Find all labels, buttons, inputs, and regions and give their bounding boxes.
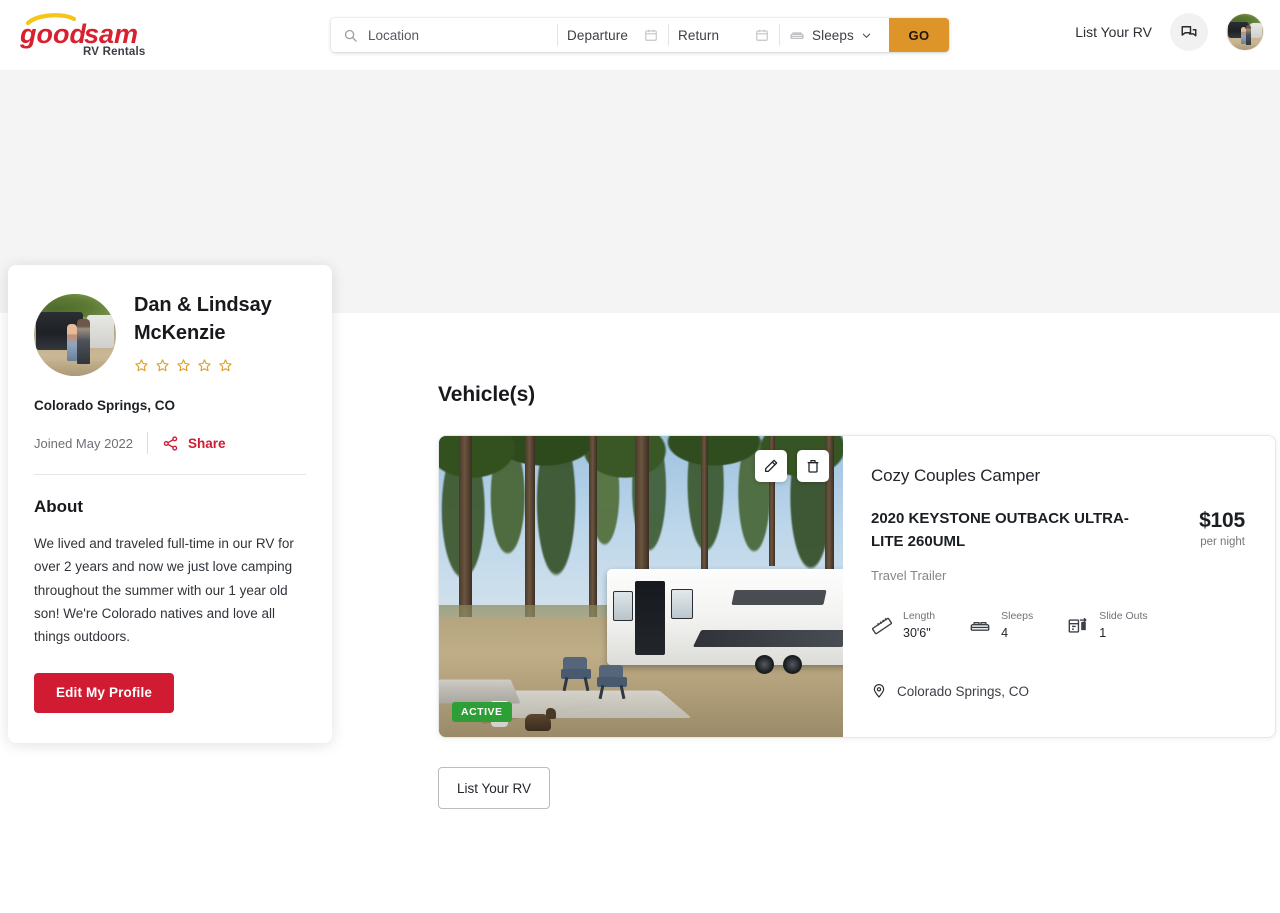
star-icon	[156, 359, 169, 371]
profile-card: Dan & Lindsay McKenzie Colorado Springs,…	[8, 265, 332, 743]
search-sleeps-label: Sleeps	[812, 27, 854, 43]
header-user-avatar[interactable]	[1226, 13, 1264, 51]
vehicle-model: 2020 KEYSTONE OUTBACK ULTRA-LITE 260UML	[871, 510, 1129, 550]
bed-icon	[789, 27, 805, 43]
avatar-photo	[1227, 14, 1263, 50]
spec-length-value: 30'6"	[903, 626, 931, 641]
vehicle-price-block: $105 per night	[1199, 508, 1245, 548]
search-icon	[343, 28, 358, 43]
search-return-label: Return	[678, 27, 720, 43]
search-sleeps-select[interactable]: Sleeps	[779, 18, 889, 52]
list-your-rv-button[interactable]: List Your RV	[438, 767, 550, 809]
avatar-photo	[34, 294, 116, 376]
vehicle-model-price-row: 2020 KEYSTONE OUTBACK ULTRA-LITE 260UML …	[871, 508, 1245, 553]
page-root: good sam RV Rentals Location Departure R…	[0, 0, 1280, 913]
spec-sleeps: Sleeps 4	[969, 609, 1033, 642]
slideout-icon	[1067, 615, 1089, 637]
search-departure-label: Departure	[567, 27, 628, 43]
profile-name: Dan & Lindsay McKenzie	[134, 294, 272, 345]
good-sam-logo[interactable]: good sam RV Rentals	[12, 12, 162, 58]
star-icon	[135, 359, 148, 371]
vehicle-card[interactable]: ACTIVE Cozy Couples Camper 2020 KEYSTONE…	[438, 435, 1276, 738]
vehicle-photo-actions	[755, 450, 829, 482]
share-profile-button[interactable]: Share	[162, 435, 226, 452]
chevron-down-icon	[861, 30, 872, 41]
site-header: good sam RV Rentals Location Departure R…	[0, 0, 1280, 70]
vehicle-price-unit: per night	[1200, 536, 1245, 548]
profile-header: Dan & Lindsay McKenzie	[34, 291, 306, 376]
search-departure-field[interactable]: Departure	[557, 18, 668, 52]
vehicle-type: Travel Trailer	[871, 568, 947, 583]
main-content: Vehicle(s) ACTIVE Cozy Couples Camper 20…	[438, 313, 1280, 809]
bed-icon	[969, 615, 991, 637]
search-return-field[interactable]: Return	[668, 18, 779, 52]
spec-length: Length 30'6"	[871, 609, 935, 642]
share-icon	[162, 435, 179, 452]
profile-divider	[34, 474, 306, 475]
spec-sleeps-label: Sleeps	[1001, 610, 1034, 622]
vehicle-specs: Length 30'6" Sleeps 4 Slide Outs 1	[871, 609, 1245, 642]
spec-slide-outs-label: Slide Outs	[1099, 610, 1148, 622]
pencil-icon	[763, 458, 779, 474]
search-bar[interactable]: Location Departure Return Sleeps GO	[331, 18, 949, 52]
delete-vehicle-button[interactable]	[797, 450, 829, 482]
vehicle-status-badge: ACTIVE	[452, 702, 512, 722]
edit-vehicle-button[interactable]	[755, 450, 787, 482]
profile-meta-row: Joined May 2022 Share	[34, 432, 306, 454]
vehicle-location-text: Colorado Springs, CO	[897, 683, 1030, 699]
vehicle-nickname: Cozy Couples Camper	[871, 466, 1041, 485]
calendar-icon	[755, 28, 769, 42]
share-label: Share	[188, 435, 226, 451]
profile-joined-date: Joined May 2022	[34, 435, 134, 451]
star-icon	[177, 359, 190, 371]
vehicle-photo[interactable]: ACTIVE	[439, 436, 843, 737]
trash-icon	[805, 458, 821, 474]
calendar-icon	[644, 28, 658, 42]
ruler-icon	[871, 615, 893, 637]
svg-text:RV Rentals: RV Rentals	[83, 46, 146, 58]
star-icon	[198, 359, 211, 371]
profile-location: Colorado Springs, CO	[34, 398, 176, 413]
profile-avatar	[34, 294, 116, 376]
vehicle-location: Colorado Springs, CO	[871, 683, 1029, 699]
star-icon	[219, 359, 232, 371]
search-location-placeholder: Location	[368, 27, 420, 43]
map-pin-icon	[871, 683, 887, 699]
svg-text:good: good	[19, 19, 86, 49]
profile-rating-stars	[134, 358, 284, 373]
svg-text:sam: sam	[84, 19, 138, 49]
edit-my-profile-button[interactable]: Edit My Profile	[34, 672, 175, 713]
search-location-field[interactable]: Location	[331, 18, 557, 52]
vehicles-section-title: Vehicle(s)	[438, 383, 536, 406]
divider	[147, 432, 149, 454]
header-actions: List Your RV	[1075, 13, 1264, 51]
messages-button[interactable]	[1170, 13, 1208, 51]
header-list-your-rv-link[interactable]: List Your RV	[1075, 24, 1152, 40]
vehicle-price: $105	[1199, 509, 1245, 532]
about-text: We lived and traveled full-time in our R…	[34, 536, 294, 645]
chat-bubble-icon	[1180, 23, 1198, 41]
spec-sleeps-value: 4	[1001, 626, 1009, 641]
vehicle-info: Cozy Couples Camper 2020 KEYSTONE OUTBAC…	[843, 436, 1275, 737]
spec-slide-outs: Slide Outs 1	[1067, 609, 1148, 642]
spec-slide-outs-value: 1	[1099, 626, 1107, 641]
spec-length-label: Length	[903, 610, 936, 622]
search-go-button[interactable]: GO	[889, 18, 949, 52]
about-heading: About	[34, 497, 84, 516]
